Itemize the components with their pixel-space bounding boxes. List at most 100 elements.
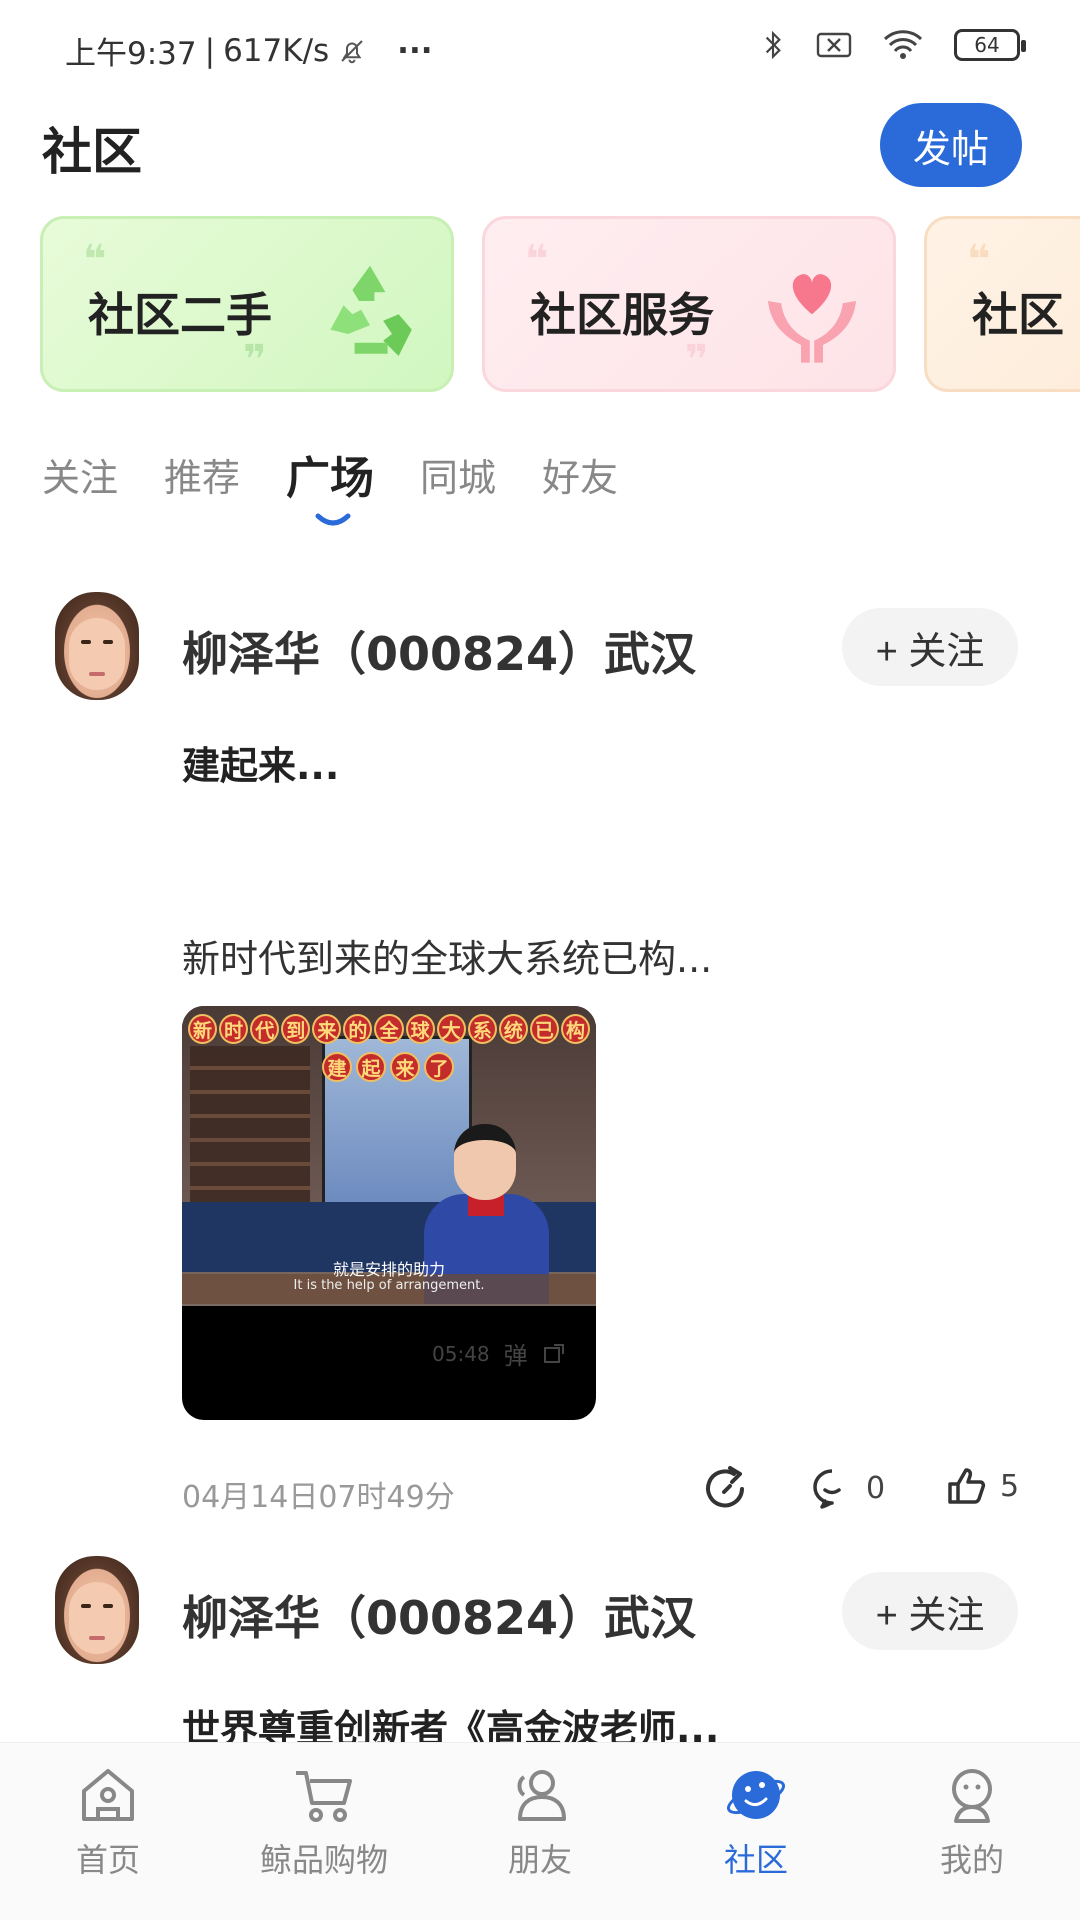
nav-label: 我的	[939, 1841, 1004, 1879]
community-planet-icon	[726, 1771, 786, 1819]
banner-char: 起	[356, 1052, 386, 1082]
like-count: 5	[1000, 1468, 1020, 1504]
avatar-face	[69, 618, 125, 690]
banner-char: 到	[281, 1014, 311, 1044]
video-subtitle-banner: 建起来了	[322, 1052, 454, 1082]
bluetooth-icon	[765, 30, 781, 60]
nav-label: 首页	[75, 1841, 140, 1879]
nav-profile[interactable]: 我的	[864, 1743, 1080, 1920]
post-title[interactable]: 建起来...	[182, 735, 339, 790]
bottom-nav: 首页 鲸品购物 朋友 社区 我的	[0, 1742, 1080, 1920]
post-body[interactable]: 新时代到来的全球大系统已构...	[182, 928, 712, 983]
post-meta: 04月14日07时49分 0 5	[0, 1462, 1080, 1522]
video-caption-cn: 就是安排的助力	[332, 1260, 445, 1279]
tab-follow[interactable]: 关注	[42, 444, 118, 504]
banner-char: 统	[498, 1014, 528, 1044]
post-timestamp: 04月14日07时49分	[182, 1480, 455, 1515]
banner-char: 来	[390, 1052, 420, 1082]
heart-hands-icon	[768, 274, 856, 363]
category-label: 社区二手	[88, 288, 272, 342]
sim-off-icon	[816, 32, 852, 58]
friends-icon	[517, 1770, 566, 1821]
banner-char: 时	[219, 1014, 249, 1044]
status-right: 64	[760, 28, 1026, 62]
page-title: 社区	[42, 123, 142, 181]
status-left: 上午9:37 | 617K/s ···	[65, 28, 433, 73]
banner-char: 建	[322, 1052, 352, 1082]
post-author[interactable]: 柳泽华（000824）武汉	[182, 1582, 696, 1648]
thumbs-up-icon	[948, 1468, 986, 1504]
recycle-icon	[330, 265, 412, 356]
like-button[interactable]: 5	[944, 1464, 1019, 1508]
banner-char: 代	[250, 1014, 280, 1044]
post-button[interactable]: 发帖	[880, 103, 1022, 187]
status-speed: 617K/s	[223, 32, 330, 69]
avatar-face	[69, 1582, 125, 1654]
avatar-eye	[103, 640, 113, 644]
quote-mark-icon: ❝	[83, 237, 107, 283]
video-caption-en: It is the help of arrangement.	[293, 1278, 485, 1293]
status-more: ···	[397, 32, 433, 69]
status-bar: 上午9:37 | 617K/s ··· 64	[0, 0, 1080, 95]
category-label: 社区服务	[530, 288, 714, 342]
feed-tabs: 关注 推荐 广场 同城 好友	[42, 444, 618, 504]
profile-icon	[952, 1769, 992, 1823]
banner-char: 大	[436, 1014, 466, 1044]
tab-indicator	[315, 513, 351, 526]
share-icon[interactable]	[700, 1462, 754, 1516]
video-title-banner: 新时代到来的全球大系统已构	[188, 1014, 591, 1048]
danmu-toggle[interactable]: 弹	[504, 1336, 528, 1371]
banner-char: 了	[424, 1052, 454, 1082]
category-card-secondhand[interactable]: ❝ ❞ 社区二手	[40, 216, 454, 392]
banner-char: 全	[374, 1014, 404, 1044]
tab-local[interactable]: 同城	[420, 444, 496, 504]
nav-friends[interactable]: 朋友	[432, 1743, 648, 1920]
post-author[interactable]: 柳泽华（000824）武汉	[182, 618, 696, 684]
category-cards: ❝ ❞ 社区二手 ❝ ❞ 社区服务 ❝ 社区	[40, 216, 1080, 394]
category-card-service[interactable]: ❝ ❞ 社区服务	[482, 216, 896, 392]
category-card-community[interactable]: ❝ 社区	[924, 216, 1080, 392]
comment-icon	[813, 1469, 841, 1509]
banner-char: 球	[405, 1014, 435, 1044]
nav-label: 朋友	[507, 1841, 572, 1879]
nav-label: 社区	[723, 1841, 788, 1879]
category-label: 社区	[972, 288, 1064, 342]
banner-char: 的	[343, 1014, 373, 1044]
tab-friends[interactable]: 好友	[542, 444, 618, 504]
status-time: 上午9:37	[65, 36, 197, 72]
banner-char: 新	[188, 1014, 218, 1044]
nav-shopping[interactable]: 鲸品购物	[216, 1743, 432, 1920]
nav-community[interactable]: 社区	[648, 1743, 864, 1920]
avatar[interactable]	[55, 592, 139, 700]
avatar[interactable]	[55, 1556, 139, 1664]
avatar-mouth	[89, 672, 105, 676]
banner-char: 来	[312, 1014, 342, 1044]
bell-muted-icon	[341, 39, 363, 63]
avatar-eye	[81, 640, 91, 644]
tab-square[interactable]: 广场	[286, 444, 374, 504]
wifi-icon	[883, 30, 923, 59]
avatar-eye	[103, 1604, 113, 1608]
video-info: 05:48 弹	[432, 1336, 566, 1371]
fullscreen-icon[interactable]	[542, 1342, 566, 1366]
banner-char: 系	[467, 1014, 497, 1044]
status-separator: |	[204, 32, 216, 69]
quote-mark-icon: ❝	[967, 237, 991, 283]
avatar-eye	[81, 1604, 91, 1608]
nav-label: 鲸品购物	[259, 1841, 388, 1879]
tab-recommend[interactable]: 推荐	[164, 444, 240, 504]
comment-button[interactable]: 0	[810, 1466, 885, 1510]
follow-button[interactable]: + 关注	[842, 1572, 1018, 1650]
cart-icon	[296, 1771, 352, 1822]
video-duration: 05:48	[432, 1341, 490, 1366]
avatar-mouth	[89, 1636, 105, 1640]
post-video-thumbnail[interactable]: 新时代到来的全球大系统已构 建起来了 就是安排的助力 It is the hel…	[182, 1006, 596, 1420]
nav-home[interactable]: 首页	[0, 1743, 216, 1920]
follow-button[interactable]: + 关注	[842, 608, 1018, 686]
comment-count: 0	[866, 1470, 886, 1506]
quote-mark-icon: ❝	[525, 237, 549, 283]
battery-icon: 64	[954, 29, 1026, 61]
home-icon	[82, 1769, 134, 1821]
banner-char: 已	[529, 1014, 559, 1044]
banner-char: 构	[560, 1014, 591, 1044]
